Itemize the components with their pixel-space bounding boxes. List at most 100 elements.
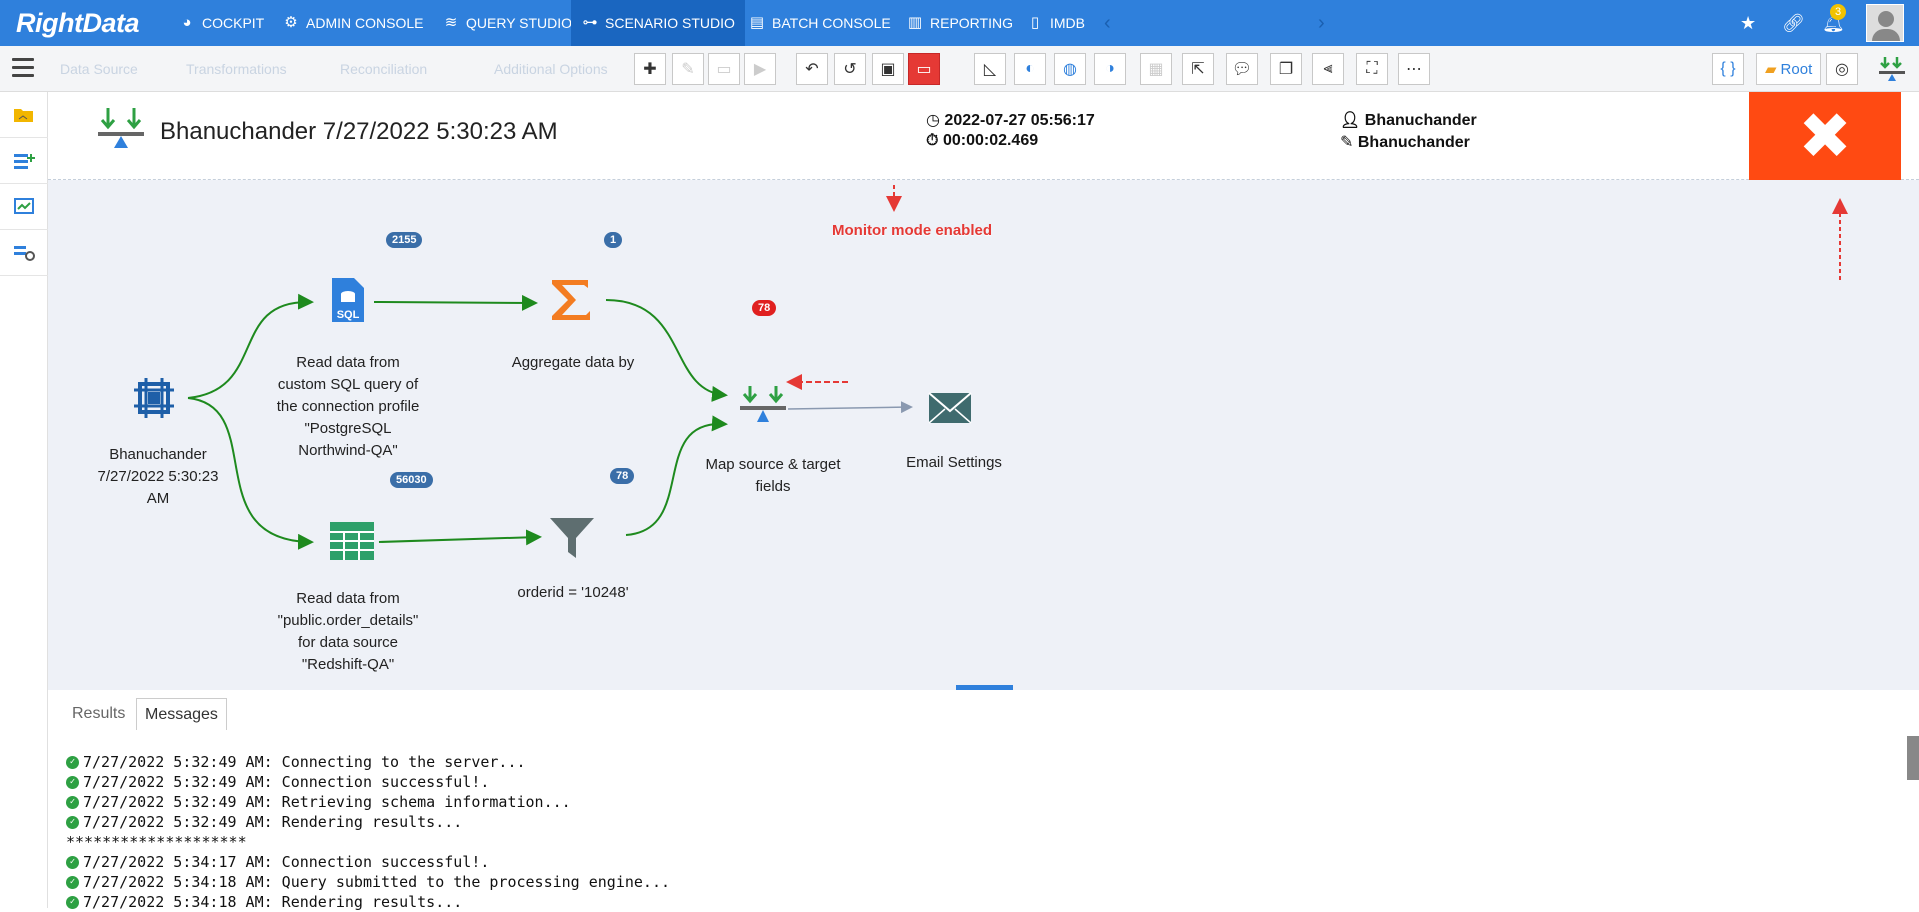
- duration: ⏱︎ 00:00:02.469: [926, 132, 1038, 150]
- monitor-mode-button[interactable]: ▭: [908, 53, 940, 85]
- comment-icon[interactable]: 💬︎: [1226, 53, 1258, 85]
- edit-button[interactable]: ✎: [672, 53, 704, 85]
- add-scenario-icon[interactable]: [0, 138, 48, 184]
- dashboard-icon[interactable]: [0, 184, 48, 230]
- batch-icon: ▤: [749, 14, 765, 31]
- log-text: 7/27/2022 5:32:49 AM: Connecting to the …: [83, 753, 526, 771]
- tab-results[interactable]: Results: [64, 698, 133, 730]
- run-button[interactable]: ▶: [744, 53, 776, 85]
- created-by-value: Bhanuchander: [1364, 112, 1477, 129]
- log-text: 7/27/2022 5:32:49 AM: Connection success…: [83, 773, 490, 791]
- map-fields-icon[interactable]: [1876, 53, 1908, 85]
- history-icon[interactable]: ↺: [834, 53, 866, 85]
- label-line: orderid = '10248': [517, 584, 629, 601]
- log-icon[interactable]: ▣: [872, 53, 904, 85]
- output-panel: Results Messages ✓ 7/27/2022 5:32:49 AM: …: [48, 690, 1919, 911]
- open-folder-icon[interactable]: [0, 92, 48, 138]
- compass-icon[interactable]: ◎: [1826, 53, 1858, 85]
- label-line: the connection profile: [276, 398, 420, 415]
- check-icon: ✓: [66, 895, 79, 909]
- nav-imdb[interactable]: ▯ IMDB: [1016, 0, 1095, 46]
- sql-file-icon[interactable]: SQL: [328, 276, 368, 324]
- nav-scroll-left-icon[interactable]: ‹: [1104, 12, 1111, 35]
- nav-cockpit[interactable]: ◕ COCKPIT: [168, 0, 274, 46]
- align-icon[interactable]: ⫷: [1312, 53, 1344, 85]
- join-right-icon[interactable]: ◑: [1094, 53, 1126, 85]
- nav-label: COCKPIT: [202, 15, 265, 31]
- modified-by-value: Bhanuchander: [1357, 134, 1470, 151]
- menu-icon[interactable]: [12, 58, 34, 80]
- nav-batch-console[interactable]: ▤ BATCH CONSOLE: [738, 0, 901, 46]
- map-fields-icon: [96, 106, 146, 156]
- grid-icon[interactable]: ▦: [1140, 53, 1172, 85]
- filter-funnel-icon[interactable]: [548, 514, 596, 562]
- nav-admin-console[interactable]: ⚙ ADMIN CONSOLE: [272, 0, 433, 46]
- export-icon[interactable]: ⇱: [1182, 53, 1214, 85]
- settings-list-icon[interactable]: [0, 230, 48, 276]
- user-avatar[interactable]: [1866, 4, 1904, 42]
- label-line: Northwind-QA": [298, 442, 398, 459]
- toolbar-additional-options: Additional Options: [494, 61, 608, 77]
- top-nav-bar: RightData ◕ COCKPIT ⚙ ADMIN CONSOLE ≋ QU…: [0, 0, 1919, 46]
- email-envelope-icon[interactable]: [928, 392, 972, 424]
- aggregate-label: Aggregate data by: [488, 352, 658, 374]
- link-icon[interactable]: 🔗︎: [1782, 0, 1805, 46]
- log-line: ✓ 7/27/2022 5:32:49 AM: Connection succes…: [66, 772, 670, 792]
- monitor-mode-note: Monitor mode enabled: [832, 222, 993, 239]
- json-icon[interactable]: { }: [1712, 53, 1744, 85]
- nav-query-studio[interactable]: ≋ QUERY STUDIO: [432, 0, 582, 46]
- nav-scroll-right-icon[interactable]: ›: [1318, 12, 1325, 35]
- avatar-head: [1878, 11, 1894, 27]
- gear-icon: ⚙: [284, 14, 298, 31]
- database-icon: ≋: [444, 14, 458, 31]
- label-line: fields: [755, 478, 791, 495]
- map-row-count: 78: [752, 300, 777, 316]
- duration-value: 00:00:02.469: [942, 132, 1039, 149]
- map-label: Map source & target fields: [688, 454, 858, 498]
- nav-scenario-studio[interactable]: ⊶ SCENARIO STUDIO: [571, 0, 745, 46]
- nav-reporting[interactable]: ▥ REPORTING: [896, 0, 1023, 46]
- check-icon: ✓: [66, 855, 79, 869]
- label-line: Aggregate data by: [511, 354, 635, 371]
- label-line: "PostgreSQL: [304, 420, 392, 437]
- sigma-aggregate-icon[interactable]: [548, 278, 592, 322]
- pencil-icon: ✎: [1340, 134, 1354, 151]
- close-icon[interactable]: ✖: [1749, 92, 1901, 180]
- more-icon[interactable]: ⋯: [1398, 53, 1430, 85]
- svg-text:SQL: SQL: [337, 309, 360, 321]
- imdb-icon: ▯: [1030, 14, 1040, 31]
- check-icon: ✓: [66, 815, 79, 829]
- table-icon[interactable]: [328, 520, 376, 562]
- label-line: Read data from: [296, 354, 400, 371]
- check-icon: ✓: [66, 795, 79, 809]
- tab-messages[interactable]: Messages: [136, 698, 227, 730]
- copy-icon[interactable]: ❐: [1270, 53, 1302, 85]
- toolbar-transformations: Transformations: [186, 61, 287, 77]
- scenario-header: Bhanuchander 7/27/2022 5:30:23 AM ◷ 2022…: [48, 92, 1919, 180]
- email-settings-label: Email Settings: [864, 452, 1044, 474]
- root-folder-button[interactable]: ▰ Root: [1756, 53, 1822, 85]
- sql-source-label: Read data from custom SQL query of the c…: [263, 352, 433, 462]
- start-node-icon[interactable]: [132, 376, 176, 420]
- root-label: Root: [1780, 60, 1813, 78]
- nav-label: QUERY STUDIO: [466, 15, 573, 31]
- map-fields-node-icon[interactable]: [738, 384, 788, 426]
- label-line: for data source: [297, 634, 399, 651]
- message-log: ✓ 7/27/2022 5:32:49 AM: Connecting to the…: [66, 752, 670, 912]
- log-line: ✓ 7/27/2022 5:32:49 AM: Retrieving schema…: [66, 792, 670, 812]
- scenario-icon: ⊶: [582, 14, 598, 31]
- chart-icon[interactable]: ◺: [974, 53, 1006, 85]
- fit-screen-icon[interactable]: ⛶: [1356, 53, 1388, 85]
- join-outer-icon[interactable]: ◍: [1054, 53, 1086, 85]
- undo-icon[interactable]: ↶: [796, 53, 828, 85]
- log-line: ✓ 7/27/2022 5:34:18 AM: Query submitted t…: [66, 872, 670, 892]
- user-icon: 👤︎: [1340, 112, 1361, 129]
- screen-button[interactable]: ▭: [708, 53, 740, 85]
- star-icon[interactable]: ★: [1740, 0, 1756, 46]
- rightdata-logo[interactable]: RightData: [16, 8, 140, 39]
- start-time: ◷ 2022-07-27 05:56:17: [926, 110, 1095, 130]
- add-button[interactable]: ✚: [634, 53, 666, 85]
- log-scrollbar[interactable]: [1907, 736, 1919, 780]
- log-separator: ********************: [66, 832, 670, 852]
- join-inner-icon[interactable]: ◐: [1014, 53, 1046, 85]
